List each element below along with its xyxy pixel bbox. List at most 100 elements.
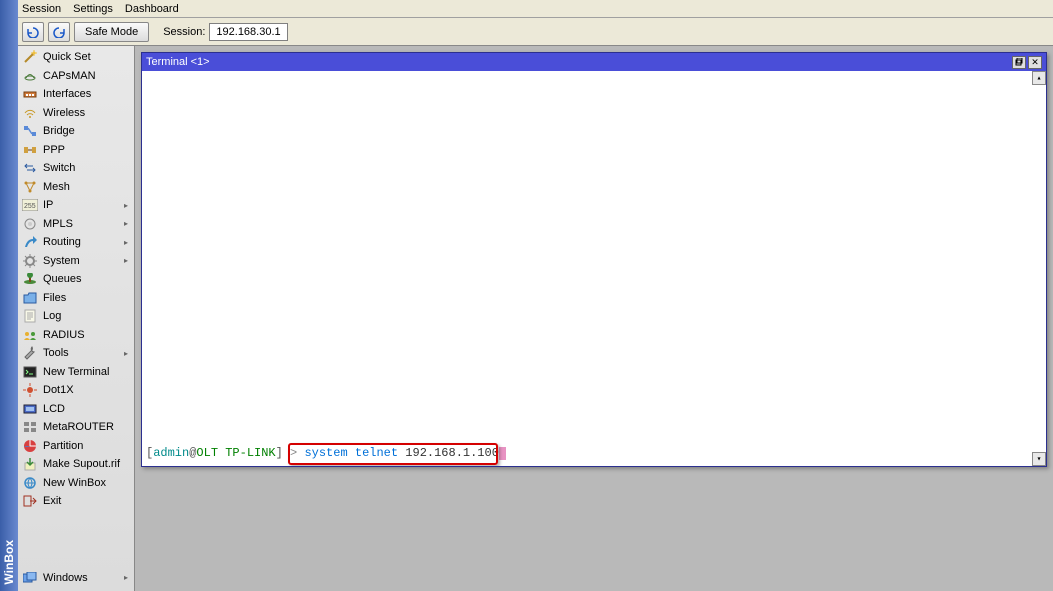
sidebar-item-label: Routing [43, 236, 117, 248]
session-wrap: Session: 192.168.30.1 [163, 23, 287, 41]
sidebar-item-label: Switch [43, 162, 130, 174]
sidebar-item-label: Make Supout.rif [43, 458, 130, 470]
sidebar-item-label: Bridge [43, 125, 130, 137]
sidebar-item-make-supout-rif[interactable]: Make Supout.rif [18, 455, 134, 474]
window-close-button[interactable]: ✕ [1028, 56, 1042, 69]
terminal-body[interactable]: ▴ ▾ [admin@OLT TP-LINK] > system telnet … [142, 71, 1046, 466]
radius-icon [22, 327, 38, 343]
terminal-prompt-line: [admin@OLT TP-LINK] > system telnet 192.… [146, 446, 506, 460]
expand-icon: ▸ [122, 238, 130, 246]
safe-mode-button[interactable]: Safe Mode [74, 22, 149, 42]
expand-icon: ▸ [122, 220, 130, 228]
sidebar-item-system[interactable]: System ▸ [18, 252, 134, 271]
term-icon [22, 364, 38, 380]
sidebar-item-files[interactable]: Files [18, 289, 134, 308]
terminal-window: Terminal <1> ✕ ▴ ▾ [admin@OLT TP-LINK] >… [141, 52, 1047, 467]
menu-bar: Session Settings Dashboard [18, 0, 1053, 18]
sidebar-item-capsman[interactable]: CAPsMAN [18, 67, 134, 86]
menu-dashboard[interactable]: Dashboard [125, 3, 179, 15]
main-column: Session Settings Dashboard Safe Mode Ses… [18, 0, 1053, 591]
sidebar-item-mesh[interactable]: Mesh [18, 178, 134, 197]
route-icon [22, 234, 38, 250]
sidebar-item-label: Quick Set [43, 51, 130, 63]
sidebar-item-routing[interactable]: Routing ▸ [18, 233, 134, 252]
sidebar-item-dot1x[interactable]: Dot1X [18, 381, 134, 400]
sidebar-item-label: Interfaces [43, 88, 130, 100]
sys-icon [22, 253, 38, 269]
tools-icon [22, 345, 38, 361]
sidebar-item-label: MPLS [43, 218, 117, 230]
sidebar-list: Quick Set CAPsMAN Interfaces Wireless Bridge… [18, 48, 134, 511]
sidebar-item-label: New WinBox [43, 477, 130, 489]
sidebar-item-label: PPP [43, 144, 130, 156]
sidebar-item-label: System [43, 255, 117, 267]
bridge-icon [22, 123, 38, 139]
window-restore-button[interactable] [1012, 56, 1026, 69]
expand-icon: ▸ [122, 201, 130, 209]
sidebar-item-ppp[interactable]: PPP [18, 141, 134, 160]
toolbar: Safe Mode Session: 192.168.30.1 [18, 18, 1053, 46]
sidebar-item-partition[interactable]: Partition [18, 437, 134, 456]
sidebar-item-label: CAPsMAN [43, 70, 130, 82]
sidebar-item-label: LCD [43, 403, 130, 415]
supout-icon [22, 456, 38, 472]
sidebar-item-ip[interactable]: 255IP▸ [18, 196, 134, 215]
sidebar-item-switch[interactable]: Switch [18, 159, 134, 178]
log-icon [22, 308, 38, 324]
sidebar-item-label: Windows [43, 572, 117, 584]
winbox-icon [22, 475, 38, 491]
wifi-icon [22, 105, 38, 121]
workspace: Quick Set CAPsMAN Interfaces Wireless Bridge… [18, 46, 1053, 591]
sidebar-item-bridge[interactable]: Bridge [18, 122, 134, 141]
sidebar-item-interfaces[interactable]: Interfaces [18, 85, 134, 104]
sidebar-item-windows[interactable]: Windows ▸ [18, 569, 134, 588]
canvas-area: Terminal <1> ✕ ▴ ▾ [admin@OLT TP-LINK] >… [135, 46, 1053, 591]
window-title: Terminal <1> [146, 56, 210, 68]
switch-icon [22, 160, 38, 176]
sidebar-item-new-terminal[interactable]: New Terminal [18, 363, 134, 382]
expand-icon: ▸ [122, 257, 130, 265]
mpls-icon [22, 216, 38, 232]
sidebar-item-mpls[interactable]: MPLS ▸ [18, 215, 134, 234]
menu-session[interactable]: Session [22, 3, 61, 15]
sidebar-item-label: New Terminal [43, 366, 130, 378]
app-title: WinBox [2, 540, 16, 585]
mesh-icon [22, 179, 38, 195]
terminal-cursor [499, 447, 506, 460]
iface-icon [22, 86, 38, 102]
window-controls: ✕ [1012, 56, 1042, 69]
sidebar-item-label: Files [43, 292, 130, 304]
sidebar-item-new-winbox[interactable]: New WinBox [18, 474, 134, 493]
sidebar-item-label: MetaROUTER [43, 421, 130, 433]
sidebar-item-tools[interactable]: Tools▸ [18, 344, 134, 363]
sidebar-item-label: Dot1X [43, 384, 130, 396]
window-titlebar[interactable]: Terminal <1> ✕ [142, 53, 1046, 71]
sidebar-item-radius[interactable]: RADIUS [18, 326, 134, 345]
sidebar-item-queues[interactable]: Queues [18, 270, 134, 289]
menu-settings[interactable]: Settings [73, 3, 113, 15]
sidebar-item-lcd[interactable]: LCD [18, 400, 134, 419]
ip-icon: 255 [22, 197, 38, 213]
undo-button[interactable] [22, 22, 44, 42]
sidebar-item-quick-set[interactable]: Quick Set [18, 48, 134, 67]
redo-button[interactable] [48, 22, 70, 42]
lcd-icon [22, 401, 38, 417]
sidebar-item-label: Wireless [43, 107, 130, 119]
wand-icon [22, 49, 38, 65]
sidebar-item-wireless[interactable]: Wireless [18, 104, 134, 123]
part-icon [22, 438, 38, 454]
sidebar-item-label: Exit [43, 495, 130, 507]
sidebar-item-metarouter[interactable]: MetaROUTER [18, 418, 134, 437]
sidebar-item-label: Partition [43, 440, 130, 452]
sidebar-item-log[interactable]: Log [18, 307, 134, 326]
queue-icon [22, 271, 38, 287]
sidebar-item-exit[interactable]: Exit [18, 492, 134, 511]
session-value[interactable]: 192.168.30.1 [209, 23, 287, 41]
scroll-down-button[interactable]: ▾ [1032, 452, 1046, 466]
exit-icon [22, 493, 38, 509]
sidebar: Quick Set CAPsMAN Interfaces Wireless Bridge… [18, 46, 135, 591]
expand-icon: ▸ [122, 574, 130, 582]
cap-icon [22, 68, 38, 84]
scroll-up-button[interactable]: ▴ [1032, 71, 1046, 85]
meta-icon [22, 419, 38, 435]
